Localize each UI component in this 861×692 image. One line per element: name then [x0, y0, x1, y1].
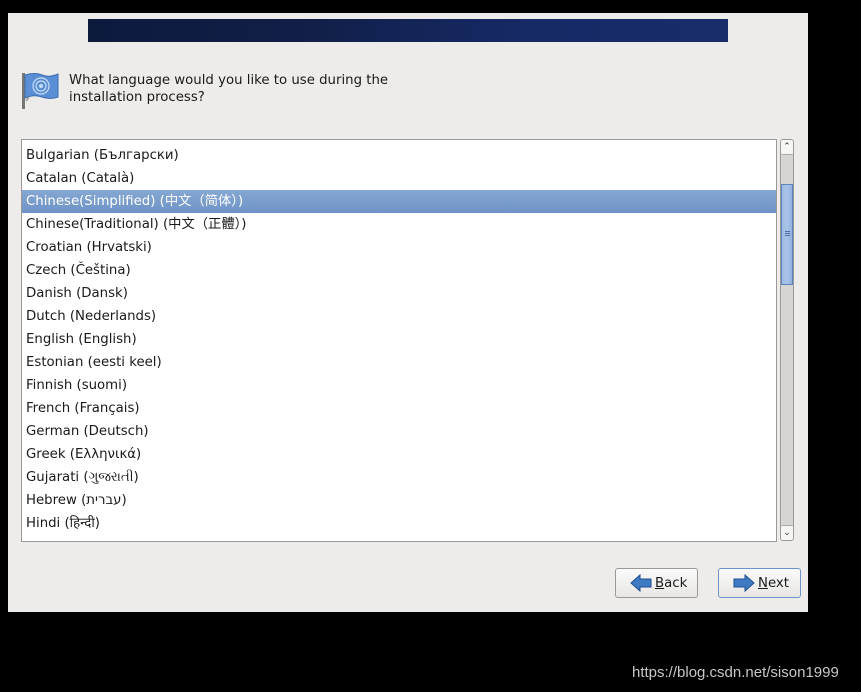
installer-window: What language would you like to use duri… [8, 13, 808, 612]
language-item[interactable]: Greek (Ελληνικά) [22, 443, 776, 466]
scroll-thumb[interactable] [781, 184, 793, 285]
header-banner [88, 19, 728, 42]
prompt-line-1: What language would you like to use duri… [69, 73, 389, 88]
language-item[interactable]: Bulgarian (Български) [22, 144, 776, 167]
language-item[interactable]: Chinese(Simplified) (中文（简体）) [22, 190, 776, 213]
language-prompt: What language would you like to use duri… [69, 72, 449, 106]
back-button[interactable]: Back [615, 568, 698, 598]
next-button[interactable]: Next [718, 568, 801, 598]
language-item[interactable]: Catalan (Català) [22, 167, 776, 190]
language-item[interactable]: German (Deutsch) [22, 420, 776, 443]
prompt-line-2: installation process? [69, 90, 205, 105]
language-item[interactable]: Finnish (suomi) [22, 374, 776, 397]
list-scrollbar[interactable]: ⌃ ⌄ [780, 139, 794, 541]
watermark: https://blog.csdn.net/sison1999 [632, 664, 839, 681]
arrow-right-icon [733, 574, 755, 592]
language-item[interactable]: Dutch (Nederlands) [22, 305, 776, 328]
arrow-left-icon [630, 574, 652, 592]
language-item[interactable]: Gujarati (ગુજરાતી) [22, 466, 776, 489]
language-flag-icon [20, 71, 60, 111]
language-item[interactable]: Croatian (Hrvatski) [22, 236, 776, 259]
language-item[interactable]: Hindi (हिन्दी) [22, 512, 776, 535]
scroll-down-button[interactable]: ⌄ [781, 525, 793, 540]
chevron-down-icon: ⌄ [783, 528, 791, 538]
language-item[interactable]: Estonian (eesti keel) [22, 351, 776, 374]
grip-icon [785, 231, 790, 232]
language-item[interactable]: English (English) [22, 328, 776, 351]
language-item[interactable]: Chinese(Traditional) (中文（正體）) [22, 213, 776, 236]
next-label: Next [758, 575, 789, 591]
chevron-up-icon: ⌃ [783, 142, 791, 152]
scroll-up-button[interactable]: ⌃ [781, 140, 793, 155]
language-item[interactable]: Czech (Čeština) [22, 259, 776, 282]
language-list[interactable]: Bulgarian (Български) Catalan (Català) Chi… [21, 139, 777, 542]
language-item[interactable]: French (Français) [22, 397, 776, 420]
back-label: Back [655, 575, 688, 591]
language-item[interactable]: Danish (Dansk) [22, 282, 776, 305]
language-item[interactable]: Hebrew (עברית) [22, 489, 776, 512]
